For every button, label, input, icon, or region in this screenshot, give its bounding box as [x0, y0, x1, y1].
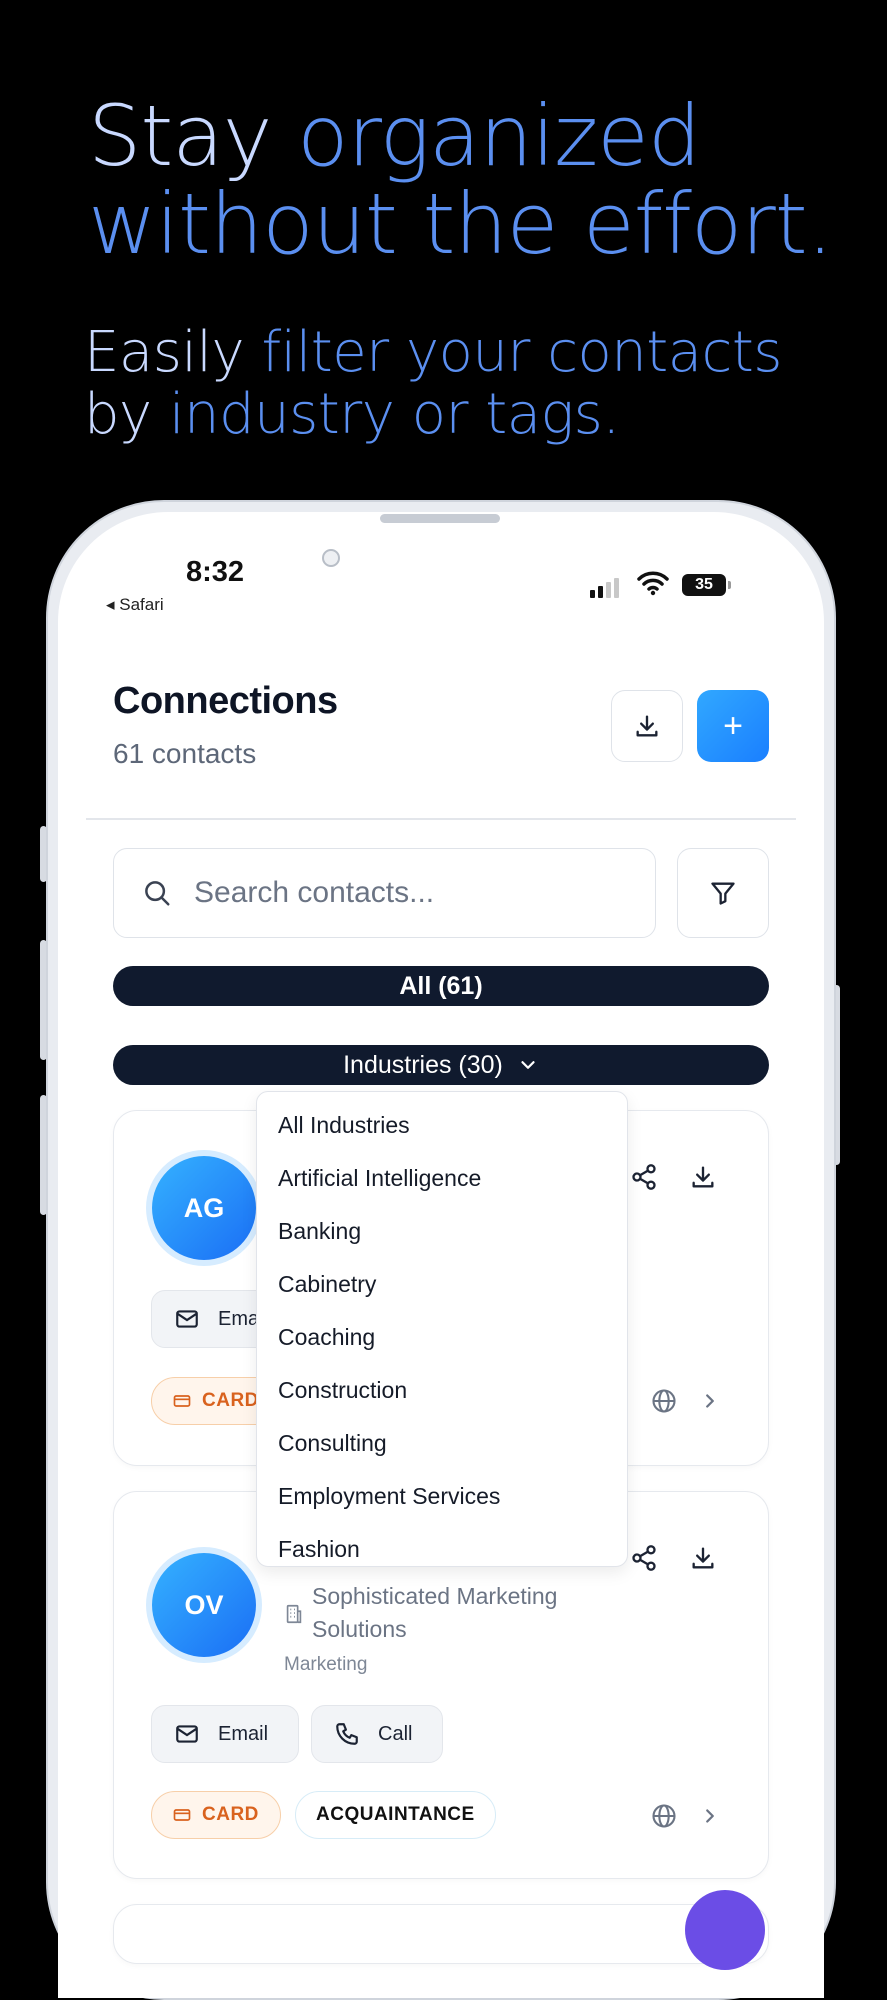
plus-icon: + — [723, 706, 743, 745]
dropdown-item-coaching[interactable]: Coaching — [278, 1324, 375, 1351]
dropdown-item-consulting[interactable]: Consulting — [278, 1430, 387, 1457]
mail-icon — [176, 1725, 198, 1743]
open-contact-button[interactable] — [694, 1385, 726, 1417]
search-input[interactable]: Search contacts... — [113, 848, 656, 938]
promo-sub-line2-a: by — [84, 382, 169, 447]
company-name-line2: Solutions — [312, 1616, 407, 1642]
share-icon — [632, 1545, 656, 1571]
dropdown-item-fashion[interactable]: Fashion — [278, 1536, 360, 1563]
floating-action-button[interactable] — [685, 1890, 765, 1970]
filter-button[interactable] — [677, 848, 769, 938]
email-label: Email — [218, 1722, 269, 1745]
dropdown-item-artificial-intelligence[interactable]: Artificial Intelligence — [278, 1165, 481, 1192]
share-icon — [632, 1164, 656, 1190]
share-button[interactable] — [628, 1542, 660, 1574]
export-button[interactable] — [611, 690, 683, 762]
promo-headline-line2: without the effort. — [88, 175, 833, 273]
dropdown-item-all-industries[interactable]: All Industries — [278, 1112, 410, 1139]
mail-icon — [176, 1310, 198, 1328]
call-label: Call — [378, 1722, 413, 1745]
promo-headline: Stay organized without the effort. — [88, 92, 833, 273]
website-button[interactable] — [648, 1385, 680, 1417]
globe-icon — [652, 1804, 676, 1828]
page-title: Connections — [113, 680, 338, 722]
add-contact-button[interactable]: + — [697, 690, 769, 762]
battery-indicator: 35 — [682, 574, 731, 596]
card-tag-label: CARD — [202, 1804, 259, 1825]
filter-icon — [711, 882, 735, 905]
company-name-line1: Sophisticated Marketing — [312, 1583, 558, 1609]
download-icon — [692, 1547, 714, 1569]
signal-icon — [590, 578, 619, 598]
chevron-down-icon — [521, 1061, 535, 1069]
dropdown-item-employment-services[interactable]: Employment Services — [278, 1483, 500, 1510]
promo-sub-line1-b: filter your contacts — [261, 320, 782, 385]
industries-label: Industries (30) — [343, 1050, 503, 1079]
card-tag-label: CARD — [202, 1390, 259, 1411]
download-icon — [636, 715, 658, 737]
dropdown-item-banking[interactable]: Banking — [278, 1218, 361, 1245]
phone-speaker — [380, 514, 500, 523]
chevron-right-icon — [706, 1809, 714, 1823]
company-name: Sophisticated Marketing Solutions — [312, 1580, 557, 1646]
card-icon — [173, 1809, 191, 1821]
dropdown-item-construction[interactable]: Construction — [278, 1377, 407, 1404]
promo-sub-line2-b: industry or tags. — [169, 382, 620, 447]
download-contact-button[interactable] — [687, 1542, 719, 1574]
website-button[interactable] — [648, 1800, 680, 1832]
wifi-icon — [637, 570, 669, 601]
promo-subheadline: Easily filter your contacts by industry … — [84, 322, 782, 446]
search-icon — [145, 881, 170, 906]
industry-label: Marketing — [284, 1654, 368, 1675]
download-contact-button[interactable] — [687, 1161, 719, 1193]
dropdown-item-cabinetry[interactable]: Cabinetry — [278, 1271, 376, 1298]
camera-icon — [322, 549, 340, 567]
industries-dropdown-toggle[interactable]: Industries (30) — [113, 1045, 769, 1085]
chevron-right-icon — [706, 1394, 714, 1408]
share-button[interactable] — [628, 1161, 660, 1193]
card-icon — [173, 1395, 191, 1407]
download-icon — [692, 1166, 714, 1188]
contact-card[interactable] — [113, 1904, 769, 1964]
promo-sub-line1-a: Easily — [84, 320, 262, 385]
avatar: AG — [152, 1156, 256, 1260]
card-tag[interactable]: CARD — [151, 1791, 281, 1839]
filter-all-pill[interactable]: All (61) — [113, 966, 769, 1006]
promo-headline-line1-b: organized — [297, 87, 701, 185]
avatar: OV — [152, 1553, 256, 1657]
industries-dropdown-menu: All Industries Artificial Intelligence B… — [256, 1091, 628, 1567]
phone-icon — [336, 1723, 358, 1745]
email-button[interactable]: Email — [151, 1705, 299, 1763]
promo-headline-line1-a: Stay — [88, 87, 298, 185]
header-divider — [86, 818, 796, 820]
status-time: 8:32 — [186, 556, 245, 588]
back-to-safari[interactable]: ◂ Safari — [106, 595, 164, 615]
contact-count: 61 contacts — [113, 738, 257, 769]
globe-icon — [652, 1389, 676, 1413]
relationship-tag[interactable]: ACQUAINTANCE — [295, 1791, 496, 1839]
search-placeholder: Search contacts... — [194, 876, 435, 909]
building-icon — [278, 1598, 310, 1630]
open-contact-button[interactable] — [694, 1800, 726, 1832]
call-button[interactable]: Call — [311, 1705, 443, 1763]
